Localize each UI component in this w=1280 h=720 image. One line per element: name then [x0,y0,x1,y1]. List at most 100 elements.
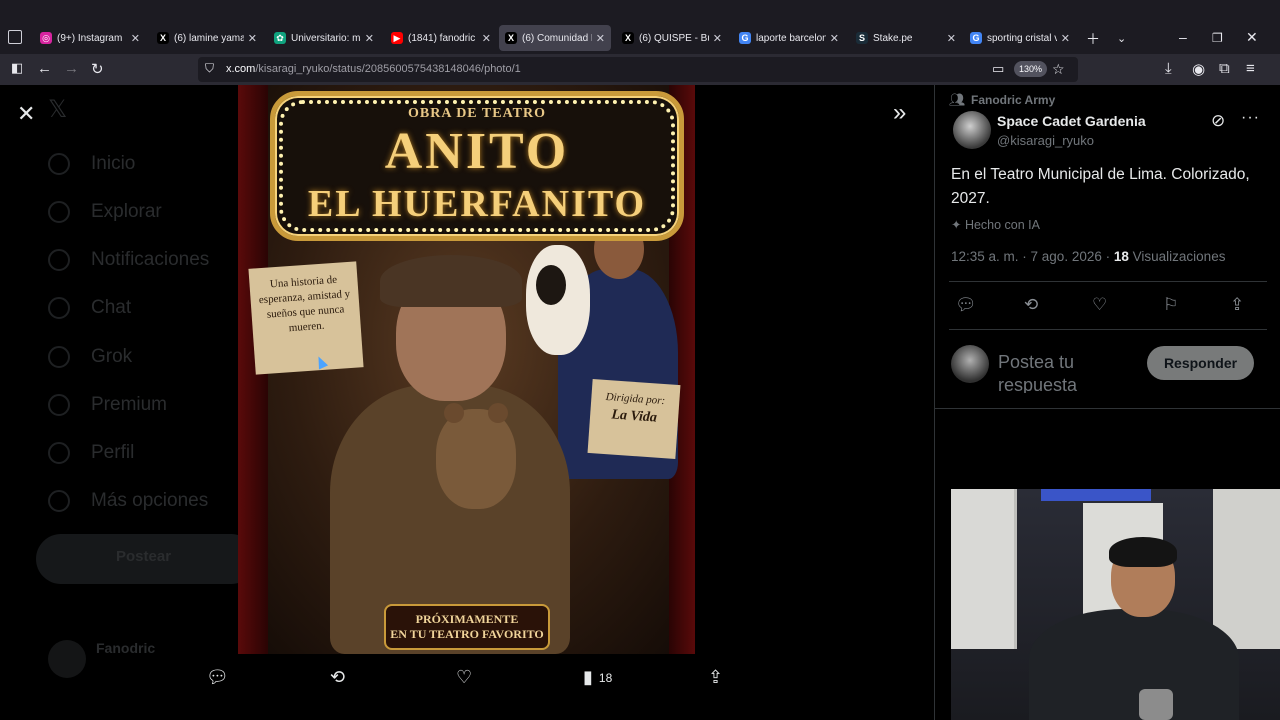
tab-comunidad-fan[interactable]: X (6) Comunidad Fan✕ [499,25,611,51]
tab-lamine-yamal[interactable]: X (6) lamine yamal -✕ [151,25,263,51]
views-button[interactable]: ▮ 18 [583,667,612,688]
browser-nav-bar: ◧ ← → ↻ ⛉ x.com/kisaragi_ryuko/status/20… [0,54,1280,85]
url-bar[interactable]: ⛉ x.com/kisaragi_ryuko/status/2085600575… [198,57,1078,82]
explore-icon [48,201,70,223]
close-tab-icon[interactable]: ✕ [830,32,839,45]
chatgpt-icon: ✿ [274,32,286,44]
close-icon[interactable]: ✕ [17,101,35,127]
microphone [1139,689,1173,720]
streamer-hair [1109,537,1177,567]
expand-panel-icon[interactable]: » [893,99,906,127]
extensions-icon[interactable]: ⧉ [1219,60,1230,77]
repost-icon[interactable]: ⟲ [1024,295,1038,315]
divider [935,408,1280,409]
poster-marquee: OBRA DE TEATRO ANITO EL HUERFANITO [270,91,684,241]
tab-overview-icon[interactable] [8,30,22,44]
reply-icon[interactable]: 💬︎ [955,295,977,315]
youtube-icon: ▶ [391,32,403,44]
list-all-tabs-icon[interactable]: ⌄ [1117,32,1126,45]
share-icon[interactable]: ⇪ [1230,295,1244,315]
sidebar-item-chat: Chat [91,297,132,318]
led-light [1041,489,1151,501]
more-icon[interactable]: ··· [1241,109,1260,127]
like-icon[interactable]: ♡ [1092,295,1107,315]
author-display-name[interactable]: Space Cadet Gardenia [997,113,1146,129]
views-icon: ▮ [583,667,593,687]
downloads-icon[interactable]: ⤓ [1165,60,1172,77]
menu-icon[interactable]: ≡ [1246,60,1255,77]
shelf [1213,489,1280,649]
back-icon[interactable]: ← [37,60,52,77]
close-tab-icon[interactable]: ✕ [947,32,956,45]
social-context[interactable]: Fanodric Army [971,93,1055,107]
tab-instagram[interactable]: ◎ (9+) Instagram ✕ [34,25,146,51]
media-action-bar: 💬︎ ⟲ ♡ ▮ 18 ⇪ [200,667,740,691]
reply-button[interactable]: Responder [1147,346,1254,380]
tweet-meta: 12:35 a. m. · 7 ago. 2026 · 18 Visualiza… [951,249,1226,264]
grok-icon [48,346,70,368]
tab-sporting-cristal[interactable]: G sporting cristal vs ✕ [964,25,1076,51]
x-logo-icon: X [622,32,634,44]
author-avatar[interactable] [953,111,991,149]
reload-icon[interactable]: ↻ [91,60,104,78]
streamer-body [1029,609,1239,720]
sidebar-item-perfil: Perfil [91,442,135,463]
bookmark-star-icon[interactable]: ☆ [1052,61,1065,78]
reader-view-icon[interactable]: ▭ [992,61,1004,77]
x-logo-icon: X [157,32,169,44]
notifications-icon [48,249,70,271]
x-logo-icon: 𝕏 [48,96,68,123]
close-tab-icon[interactable]: ✕ [365,32,374,45]
google-icon: G [970,32,982,44]
poster-subtitle: OBRA DE TEATRO [408,106,546,121]
tab-quispe[interactable]: X (6) QUISPE - Busca✕ [616,25,728,51]
poster-note-right: Dirigida por: La Vida [587,379,681,459]
account-name: Fanodric [96,640,156,656]
url-text[interactable]: x.com/kisaragi_ryuko/status/208560057543… [226,63,521,75]
account-icon[interactable]: ◉ [1192,60,1205,78]
webcam-overlay [951,489,1280,720]
like-icon[interactable]: ♡ [456,667,472,688]
close-tab-icon[interactable]: ✕ [713,32,722,45]
site-info-icon[interactable]: ⛉ [205,61,214,76]
stake-icon: S [856,32,868,44]
close-tab-icon[interactable]: ✕ [1061,32,1070,45]
post-button: Postear [36,534,256,584]
forward-icon[interactable]: → [64,60,79,77]
tab-universitario[interactable]: ✿ Universitario: marc✕ [268,25,380,51]
grok-icon[interactable]: ⊘ [1211,111,1225,131]
sidebar-toggle-icon[interactable]: ◧ [11,60,23,76]
close-tab-icon[interactable]: ✕ [248,32,257,45]
sidebar-item-notificaciones: Notificaciones [91,249,210,270]
reply-icon[interactable]: 💬︎ [206,667,229,688]
poster-plaque: PRÓXIMAMENTE EN TU TEATRO FAVORITO [384,604,550,650]
tab-youtube-fanodric[interactable]: ▶ (1841) fanodric po✕ [385,25,497,51]
tab-stake[interactable]: S Stake.pe ✕ [850,25,962,51]
new-tab-icon[interactable]: ＋ [1086,29,1100,49]
bookmark-icon[interactable]: ⚐ [1163,295,1178,315]
tab-laporte-barcelona[interactable]: G laporte barcelona ✕ [733,25,845,51]
close-tab-icon[interactable]: ✕ [131,32,140,45]
profile-icon [48,442,70,464]
author-handle[interactable]: @kisaragi_ryuko [997,133,1094,148]
reply-input[interactable]: Postea tu respuesta [998,351,1128,393]
sidebar-item-mas-opciones: Más opciones [91,490,209,511]
zoom-level[interactable]: 130% [1014,61,1048,77]
close-window-icon[interactable]: ✕ [1246,29,1258,46]
close-tab-icon[interactable]: ✕ [596,32,605,45]
instagram-icon: ◎ [40,32,52,44]
minimize-icon[interactable]: – [1179,29,1187,45]
poster-title-line2: EL HUERFANITO [307,183,647,225]
post-image[interactable]: OBRA DE TEATRO ANITO EL HUERFANITO Una h… [238,85,695,654]
premium-icon [48,394,70,416]
poster-note-left: Una historia de esperanza, amistad y sue… [248,261,364,375]
share-icon[interactable]: ⇪ [708,667,723,688]
repost-icon[interactable]: ⟲ [330,667,345,688]
poster-title-line1: ANITO [384,123,570,180]
ai-label: ✦ Hecho con IA [951,218,1040,232]
restore-window-icon[interactable]: ❐ [1212,31,1223,45]
chat-icon [48,297,70,319]
avatar [48,640,86,678]
x-photo-viewer: 𝕏 Inicio Explorar Notificaciones Chat Gr… [0,85,1280,720]
close-tab-icon[interactable]: ✕ [482,32,491,45]
